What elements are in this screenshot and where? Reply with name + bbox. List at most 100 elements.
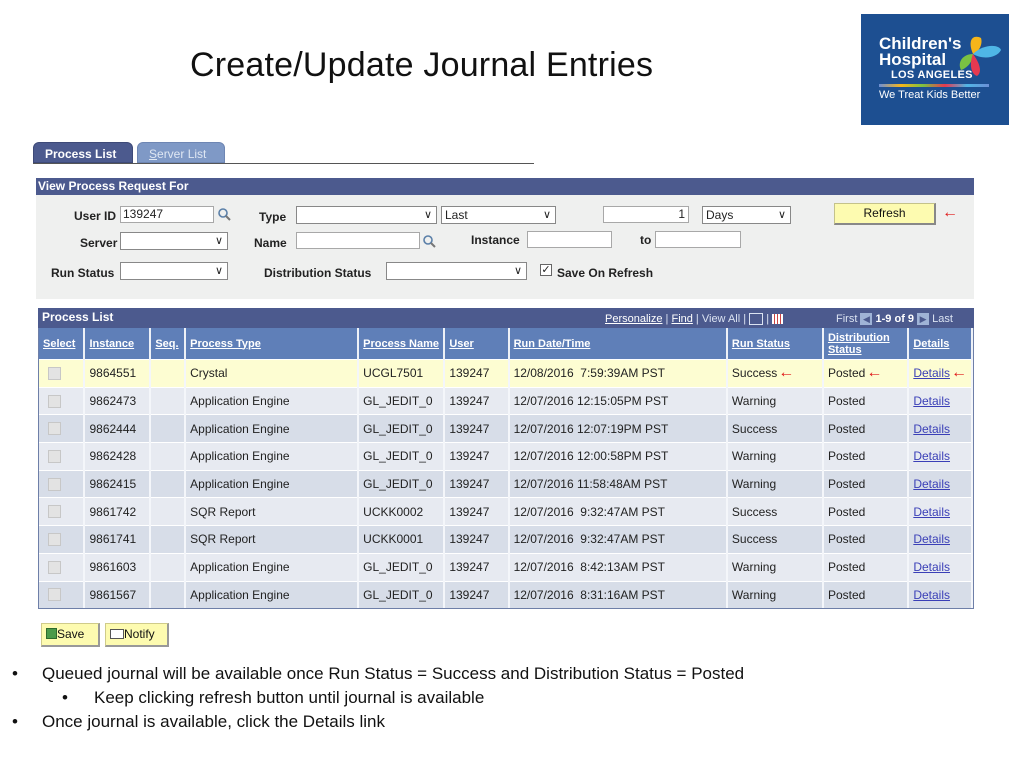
col-process-name[interactable]: Process Name <box>358 328 446 360</box>
run-status-value: Warning <box>731 587 777 602</box>
cell-dist-status: Posted <box>822 442 910 471</box>
details-link[interactable]: Details <box>913 560 950 574</box>
type-select[interactable]: ∨ <box>296 206 437 224</box>
unit-value: Days <box>706 208 734 222</box>
col-run-datetime[interactable]: Run Date/Time <box>508 328 728 360</box>
instance-from-input[interactable] <box>527 231 612 248</box>
details-link[interactable]: Details <box>913 449 950 463</box>
process-type-value: Application Engine <box>190 394 290 409</box>
details-link[interactable]: Details <box>913 505 950 519</box>
server-select[interactable]: ∨ <box>120 232 228 250</box>
cell-details: Details <box>908 414 973 443</box>
name-lookup-icon[interactable] <box>422 234 436 248</box>
row-select-checkbox[interactable] <box>48 560 61 574</box>
process-type-value: Application Engine <box>190 587 290 602</box>
table-row: 9861567 Application Engine GL_JEDIT_0 13924… <box>39 580 973 609</box>
run-datetime-value: 12/07/2016 8:31:16AM PST <box>513 587 665 602</box>
col-process-type[interactable]: Process Type <box>185 328 360 360</box>
new-window-icon[interactable] <box>749 313 764 326</box>
annotation-arrow-icon: ← <box>942 204 958 221</box>
cell-user: 139247 <box>444 497 510 526</box>
instance-to-input[interactable] <box>655 231 741 248</box>
row-select-checkbox[interactable] <box>48 532 61 546</box>
save-on-refresh-checkbox[interactable]: ✓ <box>540 264 552 276</box>
cell-process-type: SQR Report <box>185 497 360 526</box>
view-all-link[interactable]: View All <box>702 313 740 325</box>
table-row: 9862415 Application Engine GL_JEDIT_0 13924… <box>39 469 973 498</box>
dist-status-value: Posted <box>827 394 866 409</box>
count-input[interactable]: 1 <box>603 206 689 223</box>
run-status-label: Run Status <box>51 266 115 280</box>
row-select-checkbox[interactable] <box>48 505 61 519</box>
details-link[interactable]: Details <box>913 532 950 546</box>
user-value: 139247 <box>449 504 490 519</box>
cell-seq <box>150 386 187 415</box>
col-select[interactable]: Select <box>39 328 86 360</box>
dist-status-value: Posted <box>827 477 866 492</box>
logo-line-2: Hospital <box>879 50 947 69</box>
details-link[interactable]: Details <box>913 588 950 602</box>
run-status-select[interactable]: ∨ <box>120 262 228 280</box>
grid-pager: First ◀ 1-9 of 9 ▶ Last <box>836 313 953 325</box>
cell-details: Details <box>908 497 973 526</box>
details-link[interactable]: Details <box>913 422 950 436</box>
details-link[interactable]: Details <box>913 366 950 380</box>
col-details[interactable]: Details <box>908 328 973 360</box>
cell-seq <box>150 469 187 498</box>
col-instance[interactable]: Instance <box>84 328 152 360</box>
col-run-status[interactable]: Run Status <box>726 328 824 360</box>
download-grid-icon[interactable] <box>772 314 784 325</box>
cell-dist-status: Posted <box>822 414 910 443</box>
next-arrow-icon[interactable]: ▶ <box>917 313 930 325</box>
row-select-checkbox[interactable] <box>48 449 61 463</box>
row-select-checkbox[interactable] <box>48 588 61 602</box>
table-header-row: Select Instance Seq. Process Type Proces… <box>39 328 973 360</box>
process-list-title: Process List <box>42 310 114 324</box>
last-select[interactable]: Last ∨ <box>441 206 556 224</box>
unit-select[interactable]: Days ∨ <box>702 206 791 224</box>
notify-button[interactable]: Notify <box>105 623 169 647</box>
cell-process-type: Application Engine <box>185 580 360 609</box>
row-select-checkbox[interactable] <box>48 394 61 408</box>
save-button[interactable]: Save <box>41 623 100 647</box>
find-link[interactable]: Find <box>671 313 692 325</box>
chevron-down-icon: ∨ <box>513 265 522 277</box>
last-link[interactable]: Last <box>932 313 953 325</box>
cell-run-datetime: 12/07/2016 12:15:05PM PST <box>508 386 728 415</box>
prev-arrow-icon[interactable]: ◀ <box>860 313 873 325</box>
row-select-checkbox[interactable] <box>48 366 61 380</box>
bullet-item: • Once journal is available, click the De… <box>12 710 744 734</box>
annotation-arrow-icon: ← <box>866 364 883 382</box>
refresh-button[interactable]: Refresh <box>834 203 936 225</box>
tab-process-list[interactable]: Process List <box>33 142 133 163</box>
col-user[interactable]: User <box>444 328 510 360</box>
tab-server-list[interactable]: Server List <box>137 142 225 163</box>
details-link[interactable]: Details <box>913 394 950 408</box>
select-cell <box>39 580 86 609</box>
cell-user: 139247 <box>444 442 510 471</box>
run-datetime-value: 12/07/2016 8:42:13AM PST <box>513 560 665 575</box>
cell-instance: 9861603 <box>84 552 152 581</box>
user-id-input[interactable]: 139247 <box>120 206 214 223</box>
process-name-value: UCKK0001 <box>363 532 424 547</box>
details-link[interactable]: Details <box>913 477 950 491</box>
name-input[interactable] <box>296 232 420 249</box>
col-seq[interactable]: Seq. <box>150 328 187 360</box>
cell-run-status: Warning <box>726 386 824 415</box>
cell-process-name: UCGL7501 <box>358 359 446 388</box>
row-select-checkbox[interactable] <box>48 477 61 491</box>
cell-process-type: SQR Report <box>185 525 360 554</box>
personalize-link[interactable]: Personalize <box>605 313 662 325</box>
run-status-value: Success <box>731 421 778 436</box>
distribution-status-select[interactable]: ∨ <box>386 262 527 280</box>
col-distribution-status[interactable]: Distribution Status <box>822 328 910 360</box>
cell-details: Details <box>908 469 973 498</box>
row-select-checkbox[interactable] <box>48 422 61 436</box>
dist-status-value: Posted <box>827 421 866 436</box>
cell-user: 139247 <box>444 580 510 609</box>
cell-process-name: GL_JEDIT_0 <box>358 414 446 443</box>
instance-value: 9861603 <box>89 560 137 575</box>
cell-process-type: Application Engine <box>185 442 360 471</box>
user-id-lookup-icon[interactable] <box>217 207 231 221</box>
first-link[interactable]: First <box>836 313 857 325</box>
